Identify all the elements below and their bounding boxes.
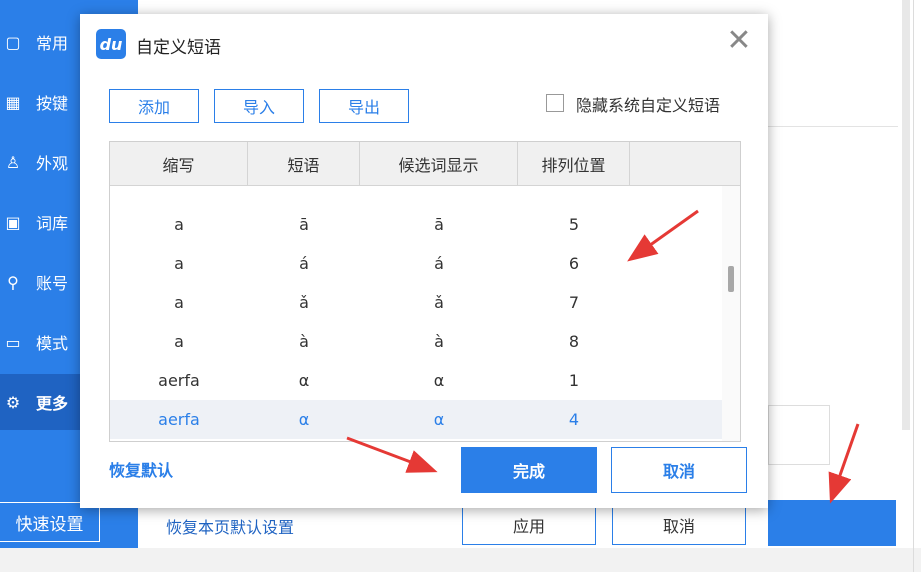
cell-candidate: α [433,410,445,429]
cell-abbr: a [174,332,184,351]
table-row[interactable]: a à à 8 [110,322,722,361]
cell-phrase: ā [299,215,309,234]
done-button[interactable]: 完成 [461,447,597,493]
cell-candidate: à [434,332,444,351]
table-row[interactable]: a á á 6 [110,244,722,283]
cell-phrase: á [299,254,309,273]
sidebar-item-appearance[interactable]: ♙ 外观 [0,134,80,190]
cell-abbr: aerfa [158,371,200,390]
table-row[interactable]: aerfa α α 1 [110,361,722,400]
column-header-position[interactable]: 排列位置 [518,142,630,185]
table-row[interactable]: a ǎ ǎ 7 [110,283,722,322]
scrollbar-thumb[interactable] [728,266,734,292]
sidebar-item-label: 账号 [36,274,69,293]
cell-phrase: à [299,332,309,351]
cell-abbr: a [174,293,184,312]
sidebar-item-mode[interactable]: ▭ 模式 [0,314,80,370]
import-button[interactable]: 导入 [214,89,304,123]
dictionary-icon: ▣ [5,212,21,232]
sidebar-item-dictionary[interactable]: ▣ 词库 [0,194,80,250]
sidebar-item-label: 词库 [36,214,69,233]
cell-position: 4 [568,410,580,429]
cell-abbr: aerfa [158,410,200,429]
cancel-button[interactable]: 取消 [611,447,747,493]
cell-candidate: ǎ [434,293,444,312]
user-icon: ⚲ [7,272,19,292]
baidu-logo-icon: du [96,29,126,59]
cell-position: 5 [568,215,580,234]
table-header: 缩写 短语 候选词显示 排列位置 [110,142,740,186]
divider [768,126,898,127]
bottom-band [0,548,921,572]
cell-phrase: α [298,371,310,390]
background-cancel-button[interactable]: 取消 [612,505,746,545]
restore-page-defaults-link[interactable]: 恢复本页默认设置 [166,514,294,538]
window-edge [913,0,914,572]
cell-candidate: á [434,254,444,273]
sidebar-item-label: 按键 [36,94,69,113]
table-row-selected[interactable]: aerfa α α 4 [110,400,722,439]
column-header-abbr[interactable]: 缩写 [110,142,248,185]
close-icon[interactable]: ✕ [726,26,752,56]
gear-icon: ⚙ [5,392,21,412]
sidebar-item-common[interactable]: ▢ 常用 [0,14,80,70]
table-body: a ā ā 5 a á á 6 a ǎ ǎ 7 a à à 8 aerfa α … [110,186,722,441]
arrow-to-primary-button [828,423,860,504]
cell-phrase: ǎ [299,293,309,312]
shirt-icon: ♙ [5,152,21,172]
cell-abbr: a [174,254,184,273]
export-button[interactable]: 导出 [319,89,409,123]
phrase-table: 缩写 短语 候选词显示 排列位置 a ā ā 5 a á á 6 a ǎ ǎ 7 [109,141,741,442]
sidebar-item-keys[interactable]: ▦ 按键 [0,74,80,130]
sidebar-item-label: 常用 [36,34,69,53]
hide-system-phrases-label: 隐藏系统自定义短语 [576,96,721,115]
dialog-title: 自定义短语 [136,38,221,58]
hide-system-phrases-checkbox[interactable] [546,94,564,112]
column-header-candidate[interactable]: 候选词显示 [360,142,518,185]
custom-phrase-dialog: du 自定义短语 ✕ 添加 导入 导出 隐藏系统自定义短语 缩写 短语 候选词显… [80,14,768,508]
background-scrollbar[interactable] [902,0,910,430]
cell-position: 6 [568,254,580,273]
cell-candidate: ā [434,215,444,234]
cell-candidate: α [433,371,445,390]
sidebar-item-label: 更多 [36,394,69,413]
cell-abbr: a [174,215,184,234]
restore-default-link[interactable]: 恢复默认 [109,457,173,481]
cell-position: 1 [568,371,580,390]
cell-position: 8 [568,332,580,351]
table-row[interactable]: a ā ā 5 [110,205,722,244]
mode-icon: ▭ [5,332,21,352]
sidebar-item-label: 模式 [36,334,69,353]
sidebar-item-label: 外观 [36,154,69,173]
preview-box [768,405,830,465]
sidebar-item-more[interactable]: ⚙ 更多 [0,374,80,430]
cell-phrase: α [298,410,310,429]
quick-settings-button[interactable]: 快速设置 [0,502,100,542]
sidebar-item-account[interactable]: ⚲ 账号 [0,254,80,310]
add-button[interactable]: 添加 [109,89,199,123]
background-primary-button[interactable] [768,500,896,546]
apply-button[interactable]: 应用 [462,505,596,545]
keyboard-icon: ▦ [5,92,21,112]
column-header-phrase[interactable]: 短语 [248,142,360,185]
cell-position: 7 [568,293,580,312]
table-scrollbar[interactable] [722,186,740,441]
window-icon: ▢ [5,32,21,52]
